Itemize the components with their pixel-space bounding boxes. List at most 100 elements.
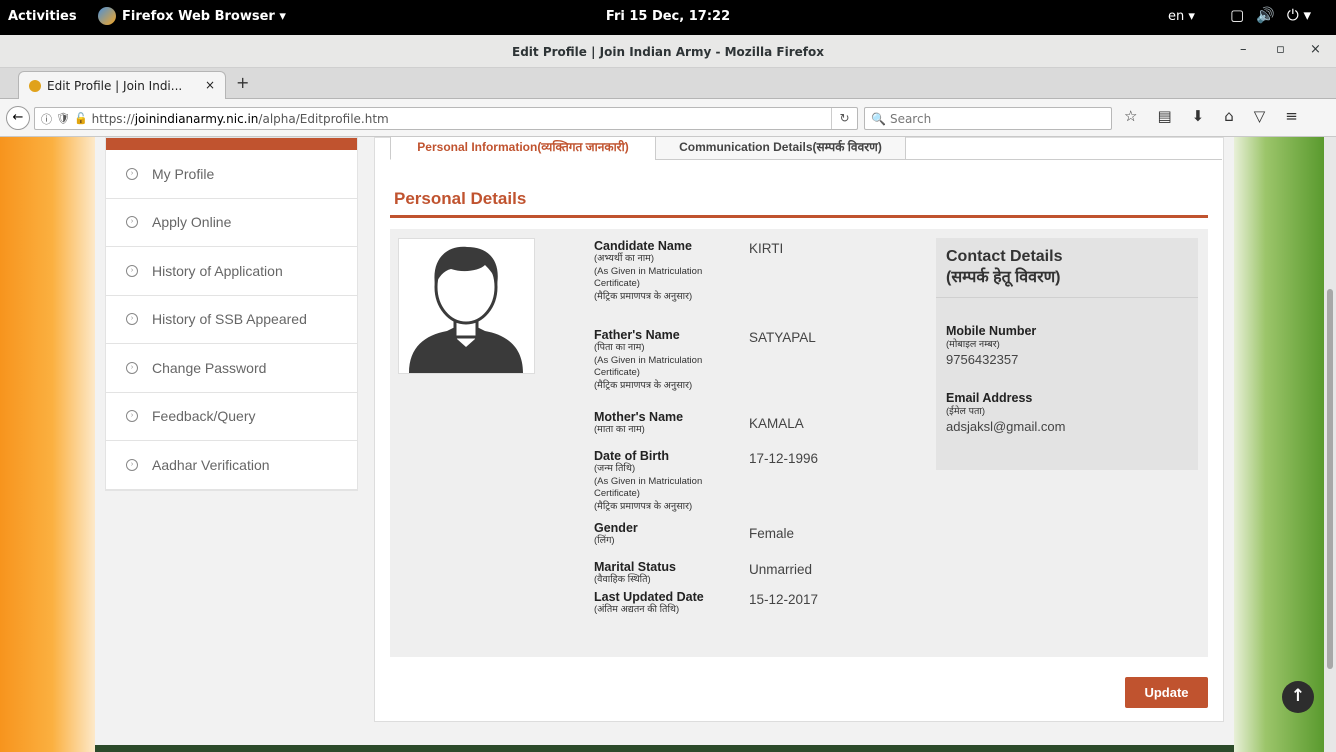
sidebar-item-change-password[interactable]: › Change Password <box>106 344 357 393</box>
sidebar-item-label: History of SSB Appeared <box>152 311 307 328</box>
chevron-circle-icon: › <box>126 458 138 471</box>
contact-header: Contact Details (सम्पर्क हेतू विवरण) <box>936 238 1198 298</box>
search-placeholder: Search <box>889 111 932 126</box>
profile-tabs: Personal Information(व्यक्तिगत जानकारी) … <box>390 137 1222 160</box>
search-box[interactable]: 🔍 Search <box>864 107 1112 130</box>
field-candidate-name: Candidate Name (अभ्यर्थी का नाम) (As Giv… <box>594 239 914 328</box>
tab-personal-information[interactable]: Personal Information(व्यक्तिगत जानकारी) <box>390 137 656 160</box>
field-fathers-name: Father's Name (पिता का नाम) (As Given in… <box>594 328 914 410</box>
field-mothers-name: Mother's Name (माता का नाम) KAMALA <box>594 410 914 449</box>
field-sub: Certificate) <box>594 278 640 289</box>
sidebar-item-history-of-application[interactable]: › History of Application <box>106 247 357 296</box>
avatar <box>398 238 535 374</box>
contact-title: Contact Details <box>946 248 1063 265</box>
reload-icon[interactable]: ↻ <box>831 108 857 129</box>
field-value: SATYAPAL <box>749 330 816 345</box>
sidebar-accent-bar <box>106 138 357 150</box>
sidebar-item-history-of-ssb[interactable]: › History of SSB Appeared <box>106 296 357 344</box>
reader-list-icon[interactable]: ▤ <box>1157 107 1171 125</box>
close-tab-icon[interactable]: × <box>205 78 215 92</box>
url-bar[interactable]: ⓘ 🛡 🔓 https://joinindianarmy.nic.in/alph… <box>34 107 858 130</box>
app-menu[interactable]: Firefox Web Browser ▾ <box>98 7 286 25</box>
field-sub: (मैट्रिक प्रमाणपत्र के अनुसार) <box>594 379 693 391</box>
tab-label: Edit Profile | Join Indi... <box>47 78 183 93</box>
field-gender: Gender (लिंग) Female <box>594 521 914 560</box>
field-sub: Certificate) <box>594 367 640 378</box>
sidebar-item-label: Apply Online <box>152 214 232 231</box>
home-icon[interactable]: ⌂ <box>1224 107 1234 125</box>
tab-communication-details[interactable]: Communication Details(सम्पर्क विवरण) <box>655 137 906 160</box>
menu-icon[interactable]: ≡ <box>1285 107 1298 125</box>
field-value: Female <box>749 526 795 541</box>
scrollbar-thumb[interactable] <box>1327 289 1333 669</box>
back-icon[interactable]: ← <box>6 106 30 130</box>
power-icon: ⏻ ▾ <box>1286 6 1312 24</box>
chevron-circle-icon: › <box>126 216 138 229</box>
navigation-bar: ← ⓘ 🛡 🔓 https://joinindianarmy.nic.in/al… <box>0 99 1336 137</box>
field-sub: (मैट्रिक प्रमाणपत्र के अनुसार) <box>594 290 693 302</box>
chevron-circle-icon: › <box>126 264 138 277</box>
tab-bar: Edit Profile | Join Indi... × + <box>0 68 1336 99</box>
window-icon: ▢ <box>1230 6 1245 24</box>
field-value: KAMALA <box>749 416 804 431</box>
url-domain: joinindianarmy.nic.in <box>134 111 259 126</box>
chevron-circle-icon: › <box>126 410 138 423</box>
contact-details-card: Contact Details (सम्पर्क हेतू विवरण) Mob… <box>936 238 1198 470</box>
field-sub: Certificate) <box>594 488 640 499</box>
volume-icon: 🔊 <box>1256 6 1275 24</box>
field-value: Unmarried <box>749 562 813 577</box>
scroll-to-top-icon[interactable]: ↑ <box>1282 681 1314 713</box>
page-footer-strip <box>95 745 1234 752</box>
download-icon[interactable]: ⬇ <box>1192 107 1205 125</box>
field-sub: (As Given in Matriculation <box>594 475 703 487</box>
sidebar-item-my-profile[interactable]: › My Profile <box>106 150 357 199</box>
window-title-bar: Edit Profile | Join Indian Army - Mozill… <box>0 35 1336 68</box>
email-block: Email Address (ईमेल पता) adsjaksl@gmail.… <box>936 391 1198 436</box>
system-top-bar: Activities Firefox Web Browser ▾ Fri 15 … <box>0 0 1336 35</box>
right-decor-band <box>1234 137 1324 752</box>
language-indicator[interactable]: en ▾ <box>1168 9 1195 24</box>
field-date-of-birth: Date of Birth (जन्म तिथि) (As Given in M… <box>594 449 914 521</box>
field-sub: (मैट्रिक प्रमाणपत्र के अनुसार) <box>594 500 693 512</box>
browser-tab[interactable]: Edit Profile | Join Indi... × <box>18 71 226 99</box>
new-tab-icon[interactable]: + <box>236 73 249 92</box>
mobile-value: 9756432357 <box>946 352 1019 367</box>
sidebar-item-label: Aadhar Verification <box>152 456 270 473</box>
update-button[interactable]: Update <box>1125 677 1208 708</box>
maximize-icon[interactable]: ▫ <box>1276 42 1285 57</box>
personal-fields: Candidate Name (अभ्यर्थी का नाम) (As Giv… <box>594 239 914 620</box>
email-value: adsjaksl@gmail.com <box>946 419 1066 434</box>
system-tray[interactable]: ▢ 🔊 ⏻ ▾ <box>1230 6 1311 24</box>
close-window-icon[interactable]: × <box>1310 42 1321 57</box>
bookmark-star-icon[interactable]: ☆ <box>1124 107 1137 125</box>
sidebar-item-feedback[interactable]: › Feedback/Query <box>106 393 357 441</box>
pocket-icon[interactable]: ▽ <box>1254 107 1266 125</box>
toolbar-icons: ☆ ▤ ⬇ ⌂ ▽ ≡ <box>1124 107 1298 125</box>
window-title: Edit Profile | Join Indian Army - Mozill… <box>512 45 824 59</box>
section-divider <box>390 215 1208 218</box>
url-path: /alpha/Editprofile.htm <box>258 111 389 126</box>
sidebar-item-label: My Profile <box>152 165 215 182</box>
info-icon[interactable]: ⓘ <box>41 111 52 127</box>
sidebar-item-label: History of Application <box>152 262 283 279</box>
mobile-label: Mobile Number <box>946 324 1037 338</box>
search-icon: 🔍 <box>871 111 886 126</box>
left-decor-band <box>0 137 95 752</box>
activities-button[interactable]: Activities <box>8 9 77 24</box>
sidebar-item-aadhar-verification[interactable]: › Aadhar Verification <box>106 441 357 490</box>
firefox-icon <box>98 7 116 25</box>
contact-title-hindi: (सम्पर्क हेतू विवरण) <box>946 269 1061 286</box>
chevron-circle-icon: › <box>126 361 138 374</box>
profile-sidebar: › My Profile › Apply Online › History of… <box>105 137 358 491</box>
field-sub: (As Given in Matriculation <box>594 265 703 277</box>
mobile-sub: (मोबाइल नम्बर) <box>946 339 1000 350</box>
minimize-icon[interactable]: – <box>1240 42 1247 57</box>
sidebar-item-apply-online[interactable]: › Apply Online <box>106 199 357 247</box>
chevron-circle-icon: › <box>126 167 138 180</box>
chevron-circle-icon: › <box>126 313 138 326</box>
section-title: Personal Details <box>394 189 527 208</box>
shield-icon[interactable]: 🛡 <box>56 112 70 125</box>
field-sub: (As Given in Matriculation <box>594 354 703 366</box>
lock-icon[interactable]: 🔓 <box>74 112 88 125</box>
field-value: 17-12-1996 <box>749 451 819 466</box>
